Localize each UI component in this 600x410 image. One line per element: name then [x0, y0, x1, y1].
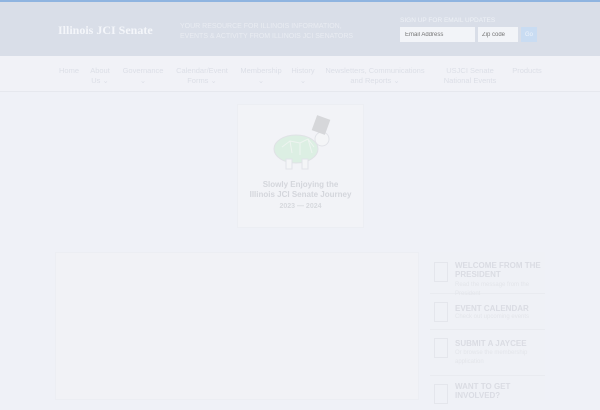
sidebar-item-title: SUBMIT A JAYCEE: [455, 339, 527, 348]
document-icon: [434, 262, 448, 282]
sidebar-item-title: WELCOME FROM THE PRESIDENT: [455, 261, 541, 279]
nav-home[interactable]: Home: [58, 66, 80, 76]
person-icon: [434, 384, 448, 404]
signup-label: Sign up for email updates: [400, 17, 496, 24]
nav-usjci-national-events[interactable]: USJCI Senate National Events: [440, 66, 500, 86]
zip-input[interactable]: [478, 27, 518, 42]
main-nav: Home About Us ⌄ Governance ⌄ Calendar/Ev…: [0, 56, 600, 92]
nav-history[interactable]: History ⌄: [288, 66, 318, 86]
signup-submit-button[interactable]: Go: [521, 27, 537, 42]
feature-years: 2023 — 2024: [279, 203, 322, 210]
sidebar-item-submit-jaycee[interactable]: SUBMIT A JAYCEE Or browse the membership…: [430, 334, 545, 376]
form-icon: [434, 338, 448, 358]
turtle-top-hat-logo: [273, 115, 331, 170]
nav-newsletters[interactable]: Newsletters, Communications and Reports …: [322, 66, 428, 86]
sidebar-item-event-calendar[interactable]: EVENT CALENDAR Check out upcoming events: [430, 298, 545, 330]
tagline: Your resource for Illinois information, …: [180, 23, 354, 40]
sidebar: WELCOME FROM THE PRESIDENT Read the mess…: [430, 252, 545, 404]
nav-governance[interactable]: Governance ⌄: [120, 66, 166, 86]
nav-membership[interactable]: Membership ⌄: [238, 66, 284, 86]
site-title[interactable]: Illinois JCI Senate: [58, 23, 153, 38]
sidebar-item-welcome[interactable]: WELCOME FROM THE PRESIDENT Read the mess…: [430, 258, 545, 297]
email-input[interactable]: [400, 27, 475, 42]
sidebar-item-subtitle: Read the message from the President: [455, 282, 530, 297]
calendar-icon: [434, 302, 448, 322]
nav-about-us[interactable]: About Us ⌄: [88, 66, 112, 86]
feature-line-1: Slowly Enjoying the: [262, 180, 339, 189]
sidebar-item-get-involved[interactable]: WANT TO GET INVOLVED?: [430, 380, 545, 410]
feature-banner[interactable]: Slowly Enjoying the Illinois JCI Senate J…: [237, 104, 364, 228]
nav-products[interactable]: Products: [510, 66, 544, 76]
site-header: Illinois JCI Senate Your resource for Il…: [0, 2, 600, 56]
sidebar-item-title: WANT TO GET INVOLVED?: [455, 382, 511, 400]
feature-line-2: Illinois JCI Senate Journey: [249, 190, 352, 199]
nav-calendar-event-forms[interactable]: Calendar/Event Forms ⌄: [172, 66, 232, 86]
main-content-area: [55, 252, 419, 400]
sidebar-item-subtitle: Check out upcoming events: [455, 314, 530, 320]
sidebar-item-subtitle: Or browse the membership application: [455, 350, 528, 365]
